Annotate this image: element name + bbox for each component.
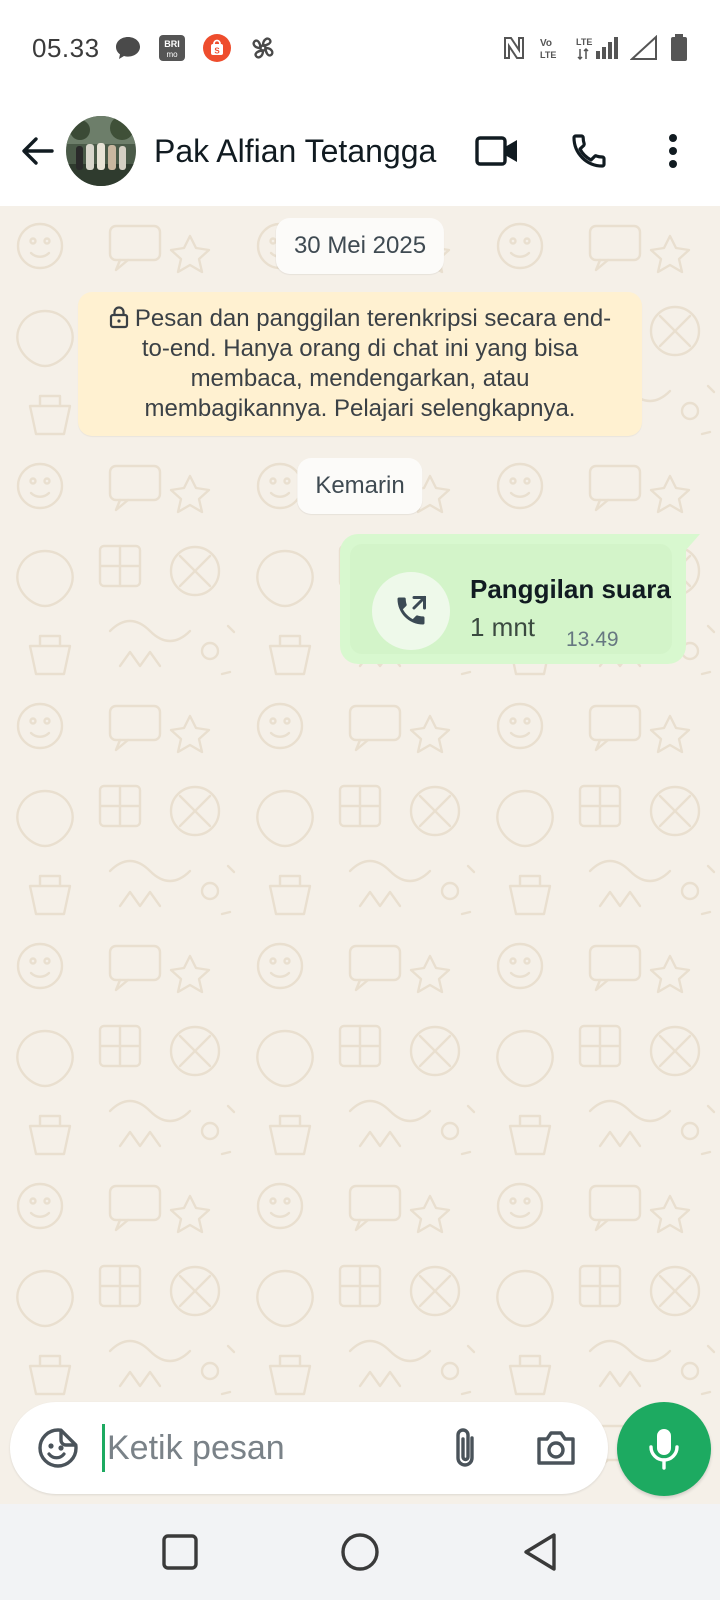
video-call-button[interactable] (465, 119, 529, 183)
lock-icon (109, 306, 128, 329)
chat-header: Pak Alfian Tetangga (0, 96, 720, 206)
triangle-back-icon (524, 1533, 556, 1571)
status-right-icons: Vo LTE LTE (502, 34, 688, 62)
call-message-card[interactable]: Panggilan suara 1 mnt 13.49 (350, 544, 672, 654)
camera-icon (537, 1431, 575, 1465)
date-separator: Kemarin (297, 458, 423, 514)
svg-text:BRI: BRI (164, 39, 180, 49)
sticker-smiley-icon (38, 1428, 78, 1468)
signal-icon (630, 35, 658, 61)
avatar[interactable] (66, 116, 136, 186)
call-duration: 1 mnt (470, 612, 536, 642)
svg-text:mo: mo (166, 50, 178, 59)
svg-text:LTE: LTE (576, 37, 592, 47)
arrow-left-icon (22, 137, 54, 165)
call-title: Panggilan suara (470, 574, 671, 604)
status-time: 05.33 (32, 32, 100, 63)
status-left-icons: BRI mo S (114, 33, 278, 63)
nfc-icon (502, 35, 526, 61)
encryption-notice[interactable]: Pesan dan panggilan terenkripsi secara e… (78, 292, 642, 436)
more-options-button[interactable] (641, 119, 705, 183)
battery-icon (670, 34, 688, 62)
date-separator: 30 Mei 2025 (275, 218, 445, 274)
chat-bubble-icon (114, 35, 142, 61)
brimo-icon: BRI mo (158, 34, 186, 62)
system-navigation-bar (0, 1504, 720, 1600)
voice-record-button[interactable] (617, 1402, 711, 1496)
camera-button[interactable] (528, 1420, 584, 1476)
attach-button[interactable] (438, 1420, 494, 1476)
status-bar: 05.33 BRI mo S Vo LTE LTE (0, 0, 720, 96)
back-button[interactable] (10, 123, 66, 179)
outgoing-call-icon (397, 596, 426, 625)
chat-area[interactable]: 30 Mei 2025 Pesan dan panggilan terenkri… (0, 206, 720, 1504)
vertical-dots-icon (669, 134, 677, 168)
paperclip-icon (456, 1428, 474, 1467)
circle-icon (341, 1533, 379, 1571)
recents-button[interactable] (140, 1512, 220, 1592)
svg-text:LTE: LTE (540, 50, 556, 60)
message-input[interactable] (102, 1424, 432, 1472)
encryption-notice-text: Pesan dan panggilan terenkripsi secara e… (134, 305, 612, 422)
phone-icon (572, 134, 606, 168)
message-composer (10, 1402, 608, 1494)
back-nav-button[interactable] (500, 1512, 580, 1592)
home-button[interactable] (320, 1512, 400, 1592)
shopee-icon: S (202, 33, 232, 63)
microphone-icon (649, 1429, 679, 1470)
lte-signal-icon: LTE (576, 35, 618, 61)
bubble-tail (686, 534, 700, 550)
call-icon-circle (372, 572, 450, 650)
svg-text:Vo: Vo (540, 38, 552, 49)
contact-name[interactable]: Pak Alfian Tetangga (154, 133, 449, 170)
square-icon (162, 1534, 198, 1570)
pinwheel-icon (248, 33, 278, 63)
video-camera-icon (475, 136, 517, 166)
svg-text:S: S (214, 47, 220, 56)
sticker-button[interactable] (28, 1418, 88, 1478)
call-message-bubble[interactable]: Panggilan suara 1 mnt 13.49 (340, 534, 700, 664)
voice-call-button[interactable] (557, 119, 621, 183)
volte-icon: Vo LTE (538, 35, 564, 61)
message-time: 13.49 (566, 628, 619, 651)
